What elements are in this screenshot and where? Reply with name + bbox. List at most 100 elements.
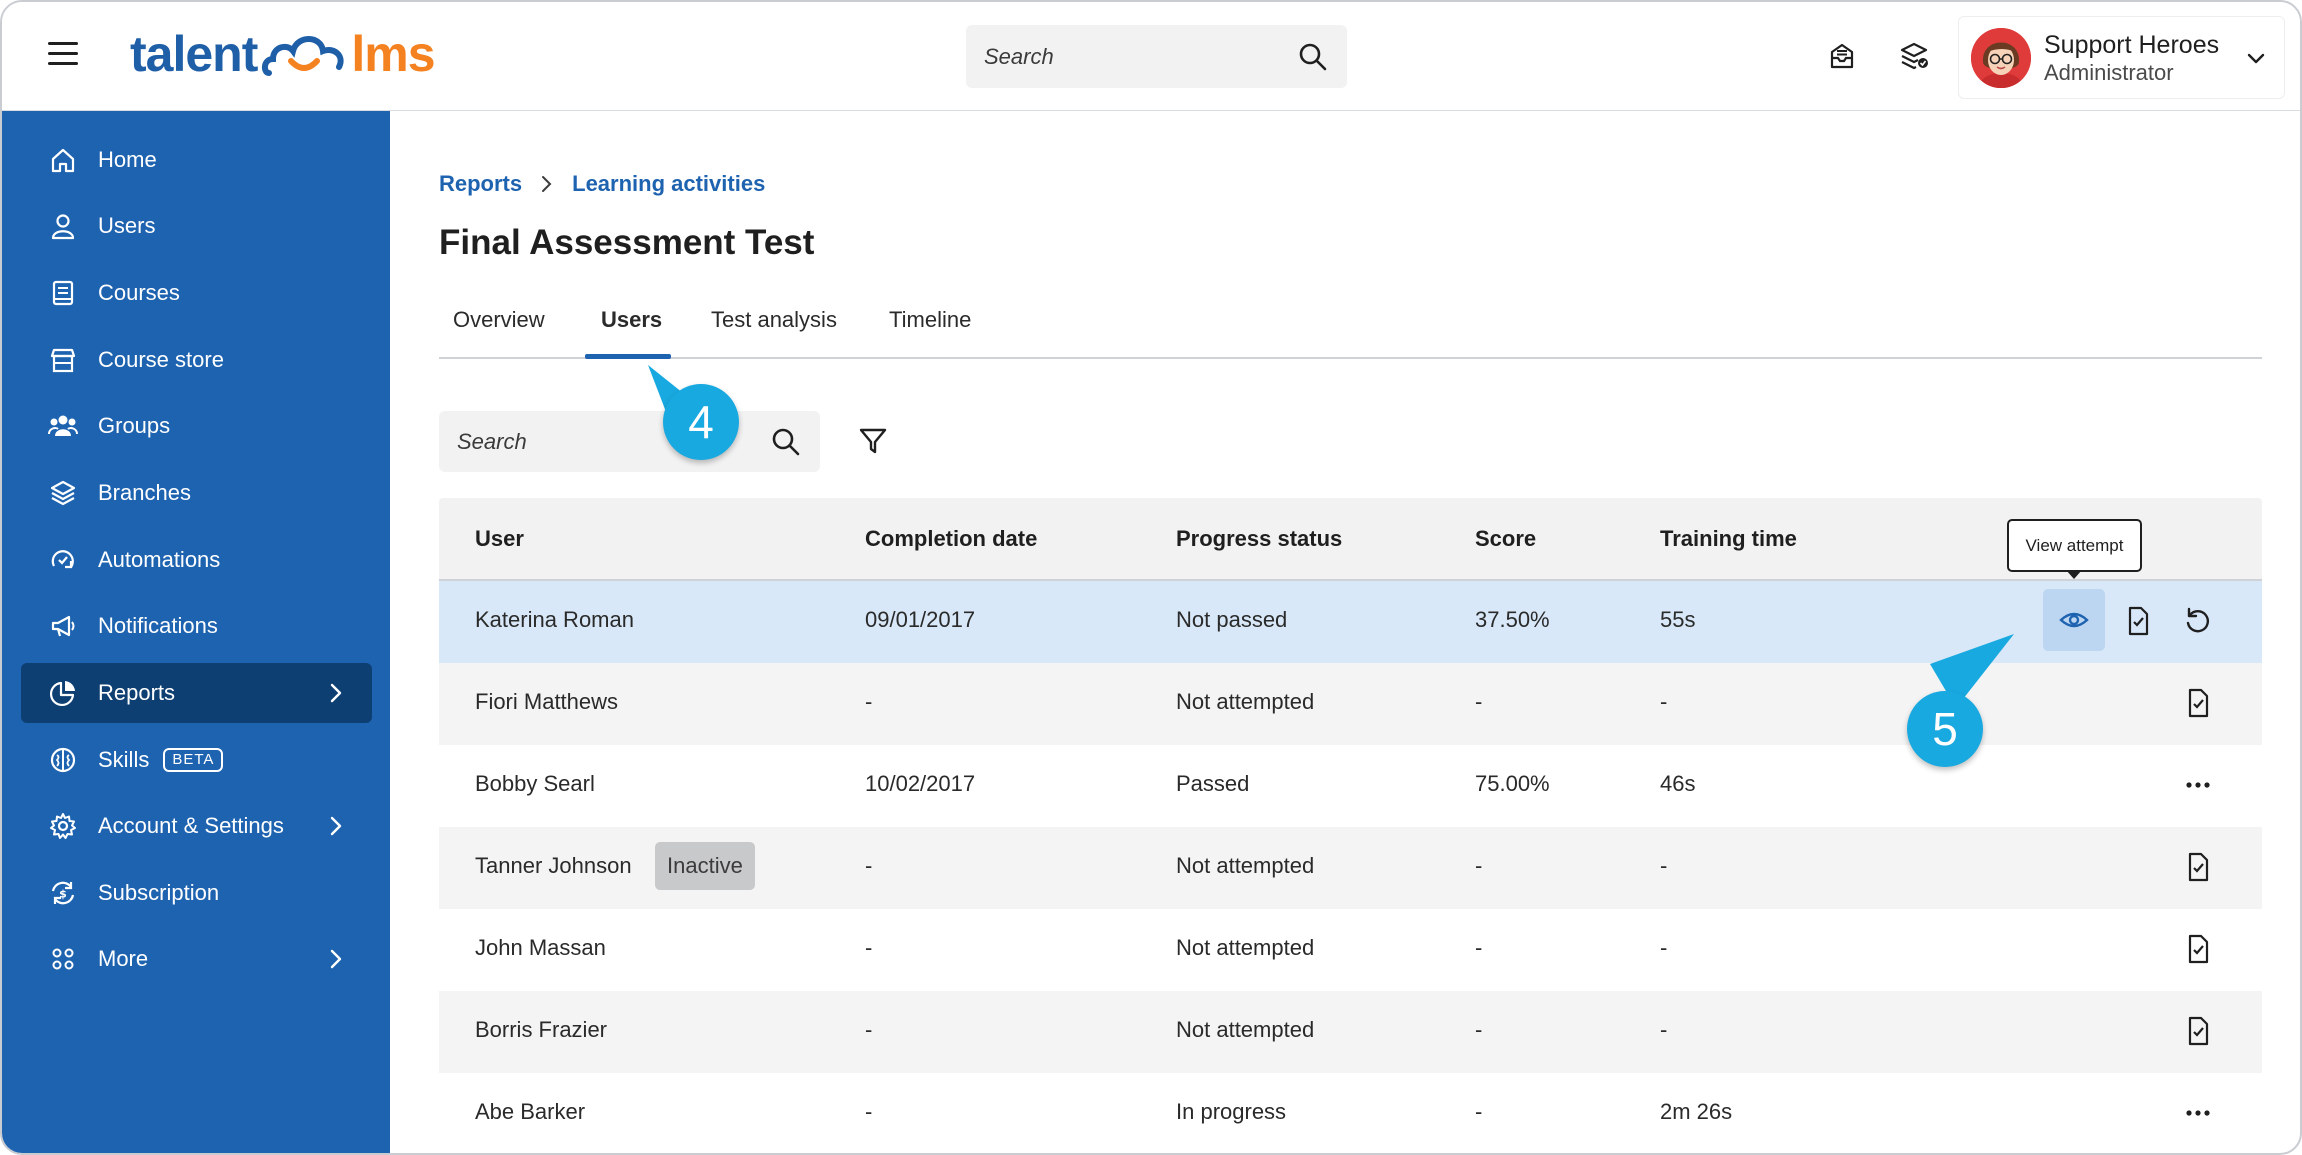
- sidebar-item-home[interactable]: Home: [21, 130, 372, 190]
- table-row[interactable]: Borris Frazier - Not attempted - -: [439, 991, 2262, 1073]
- course-catalog-icon[interactable]: [1898, 40, 1930, 72]
- top-bar: talent lms Search Support Heroes Adminis…: [2, 2, 2300, 111]
- sidebar-item-reports[interactable]: Reports: [21, 663, 372, 723]
- column-header-user[interactable]: User: [475, 526, 524, 552]
- cell-completion-date: -: [865, 853, 873, 878]
- chevron-right-icon: [542, 176, 552, 192]
- callout-4: 4: [663, 384, 739, 460]
- chevron-right-icon: [330, 683, 342, 703]
- view-attempt-button[interactable]: [2043, 589, 2105, 651]
- sidebar-item-courses[interactable]: Courses: [21, 263, 372, 323]
- sidebar: Home Users Courses Course store Groups B…: [2, 111, 390, 1153]
- cell-training-time: -: [1660, 689, 1668, 714]
- table-header: User Completion date Progress status Sco…: [439, 498, 2262, 581]
- user-menu[interactable]: Support Heroes Administrator: [1958, 16, 2285, 99]
- sidebar-item-skills[interactable]: Skills BETA: [21, 730, 372, 790]
- table-row[interactable]: Tanner Johnson Inactive - Not attempted …: [439, 827, 2262, 909]
- svg-text:$: $: [59, 888, 67, 901]
- sidebar-item-label: Home: [98, 147, 157, 172]
- sidebar-item-automations[interactable]: Automations: [21, 530, 372, 590]
- file-check-icon[interactable]: [2182, 687, 2214, 719]
- cell-training-time: -: [1660, 853, 1668, 878]
- cell-score: -: [1475, 1017, 1483, 1042]
- inbox-icon[interactable]: [1826, 40, 1858, 72]
- sidebar-item-more[interactable]: More: [21, 929, 372, 989]
- filter-icon[interactable]: [857, 425, 889, 457]
- search-icon[interactable]: [770, 426, 802, 458]
- cell-score: -: [1475, 689, 1483, 714]
- file-check-icon[interactable]: [2182, 1015, 2214, 1047]
- sidebar-item-label: Groups: [98, 413, 171, 438]
- cell-user: Fiori Matthews: [475, 689, 619, 714]
- sidebar-item-users[interactable]: Users: [21, 196, 372, 256]
- user-name: Support Heroes: [2044, 30, 2220, 59]
- sidebar-item-subscription[interactable]: $ Subscription: [21, 863, 372, 923]
- sidebar-item-groups[interactable]: Groups: [21, 396, 372, 456]
- breadcrumb-reports-link[interactable]: Reports: [439, 171, 522, 197]
- cell-training-time: 46s: [1660, 771, 1696, 796]
- tab-overview[interactable]: Overview: [453, 307, 545, 333]
- chevron-right-icon: [330, 949, 342, 969]
- file-check-icon[interactable]: [2122, 605, 2154, 637]
- more-options-icon[interactable]: [2182, 769, 2214, 801]
- cell-training-time: -: [1660, 935, 1668, 960]
- sidebar-item-label: Courses: [98, 280, 180, 305]
- table-row[interactable]: John Massan - Not attempted - -: [439, 909, 2262, 991]
- cell-score: -: [1475, 853, 1483, 878]
- column-header-completion-date[interactable]: Completion date: [865, 526, 1037, 552]
- cell-completion-date: -: [865, 1099, 873, 1124]
- cell-score: 75.00%: [1475, 771, 1550, 796]
- more-options-icon[interactable]: [2182, 1097, 2214, 1129]
- layers-icon: [48, 478, 78, 508]
- table-search-input[interactable]: Search: [439, 411, 820, 472]
- callout-5: 5: [1907, 691, 1983, 767]
- talentlms-logo[interactable]: talent lms: [130, 24, 436, 84]
- sidebar-item-notifications[interactable]: Notifications: [21, 596, 372, 656]
- tab-timeline[interactable]: Timeline: [889, 307, 971, 333]
- status-badge-inactive: Inactive: [655, 842, 755, 890]
- cell-progress-status: Not attempted: [1176, 1017, 1315, 1042]
- tab-test-analysis[interactable]: Test analysis: [711, 307, 837, 333]
- refresh-dollar-icon: $: [48, 878, 78, 908]
- global-search-input[interactable]: Search: [966, 25, 1347, 88]
- breadcrumb-learning-activities-link[interactable]: Learning activities: [572, 171, 765, 197]
- tab-bar: Overview Users Test analysis Timeline: [439, 287, 2262, 359]
- cell-score: -: [1475, 1099, 1483, 1124]
- cell-progress-status: Not attempted: [1176, 853, 1315, 878]
- sidebar-item-label: Branches: [98, 480, 191, 505]
- eye-icon: [2059, 612, 2089, 628]
- brain-icon: [48, 745, 78, 775]
- file-check-icon[interactable]: [2182, 933, 2214, 965]
- file-check-icon[interactable]: [2182, 851, 2214, 883]
- book-icon: [48, 278, 78, 308]
- cloud-smile-icon: [262, 36, 344, 76]
- cell-score: -: [1475, 935, 1483, 960]
- chevron-down-icon[interactable]: [2244, 46, 2268, 70]
- cell-user: Katerina Roman: [475, 607, 634, 632]
- logo-text-talent: talent: [130, 26, 258, 82]
- sidebar-item-branches[interactable]: Branches: [21, 463, 372, 523]
- sidebar-item-account-settings[interactable]: Account & Settings: [21, 796, 372, 856]
- page-title: Final Assessment Test: [439, 223, 815, 262]
- column-header-training-time[interactable]: Training time: [1660, 526, 1797, 552]
- column-header-score[interactable]: Score: [1475, 526, 1536, 552]
- cell-progress-status: Passed: [1176, 771, 1250, 796]
- cell-progress-status: Not attempted: [1176, 689, 1315, 714]
- cell-training-time: 55s: [1660, 607, 1696, 632]
- sidebar-item-label: Notifications: [98, 613, 218, 638]
- menu-icon[interactable]: [48, 42, 78, 68]
- column-header-progress-status[interactable]: Progress status: [1176, 526, 1342, 552]
- view-attempt-tooltip: View attempt: [2007, 519, 2142, 572]
- cell-completion-date: -: [865, 689, 873, 714]
- cell-user: Tanner Johnson: [475, 853, 632, 878]
- search-icon[interactable]: [1297, 41, 1329, 73]
- sidebar-item-label: Users: [98, 213, 156, 238]
- cell-progress-status: Not attempted: [1176, 935, 1315, 960]
- tab-users[interactable]: Users: [601, 307, 662, 333]
- table-row[interactable]: Abe Barker - In progress - 2m 26s: [439, 1073, 2262, 1153]
- reset-icon[interactable]: [2182, 605, 2214, 637]
- sidebar-item-course-store[interactable]: Course store: [21, 330, 372, 390]
- cell-user: Bobby Searl: [475, 771, 595, 796]
- table-row[interactable]: Bobby Searl 10/02/2017 Passed 75.00% 46s: [439, 745, 2262, 827]
- cell-completion-date: -: [865, 935, 873, 960]
